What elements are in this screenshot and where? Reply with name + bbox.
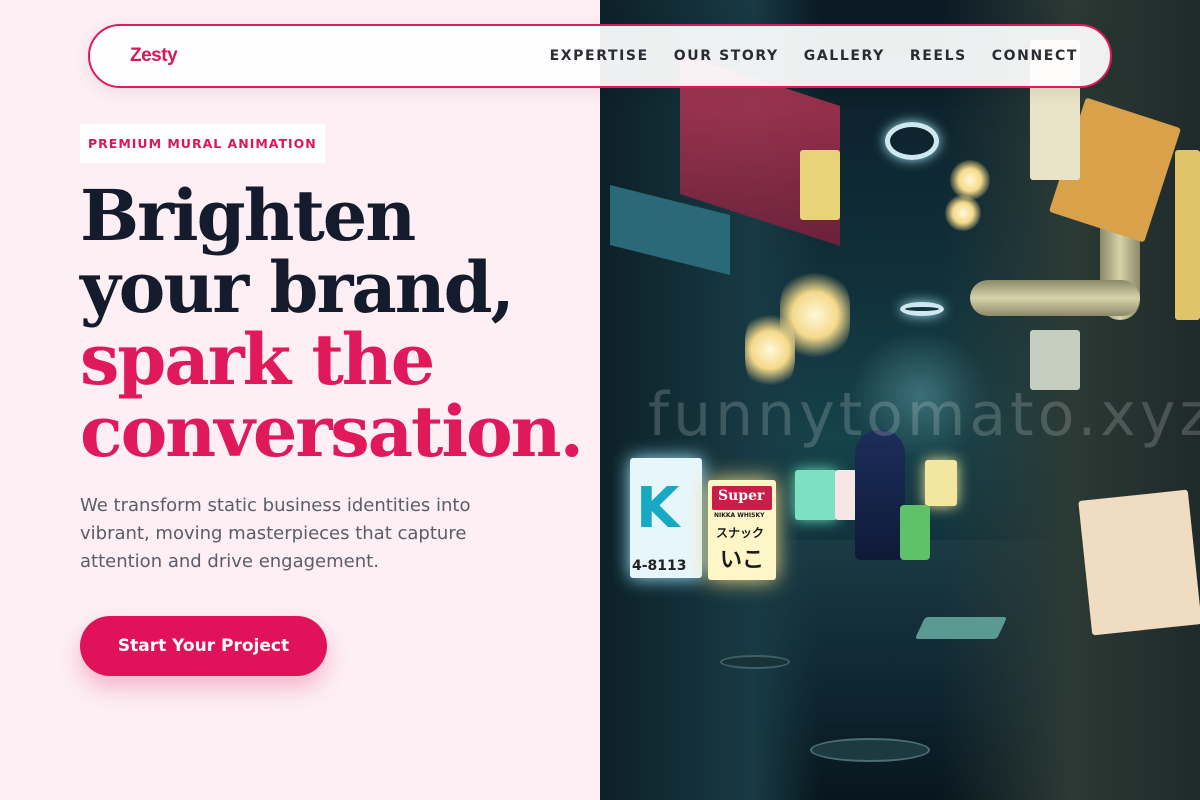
top-navigation: Zesty EXPERTISE OUR STORY GALLERY REELS … [88,24,1112,88]
lit-signboard: K 4-8113 [630,458,702,578]
headline-line-1: Brighten [80,174,416,257]
start-project-button[interactable]: Start Your Project [80,616,327,676]
headline-line-4: conversation. [80,390,584,473]
sign-text: 4-8113 [632,558,687,574]
sign-text: K [636,476,680,541]
horizontal-pipe [970,280,1140,316]
ring-light [900,302,944,316]
sign-text: いこ [720,548,765,573]
sign-text: スナック [716,526,765,540]
hero-headline: Brighten your brand, spark the conversat… [80,174,584,473]
street-lamp [945,195,981,231]
lit-signboard [925,460,957,506]
green-suitcase [900,505,930,560]
nav-link-our-story[interactable]: OUR STORY [674,48,779,64]
floor-mat [914,617,1008,639]
watermark-text: funnytomato.xyz [648,380,1200,450]
sign-text: Super [718,488,765,504]
nav-link-gallery[interactable]: GALLERY [804,48,885,64]
eyebrow-label: PREMIUM MURAL ANIMATION [80,124,325,163]
nav-menu: EXPERTISE OUR STORY GALLERY REELS CONNEC… [550,48,1078,64]
ring-light [885,122,939,160]
shop-sign [1175,150,1200,320]
hero-image: K 4-8113 Super NIKKA WHISKY スナック いこ funn… [600,0,1200,800]
headline-line-3: spark the [80,318,435,401]
nav-link-reels[interactable]: REELS [910,48,967,64]
lit-signboard [835,470,857,520]
manhole-cover [810,738,930,762]
nav-link-expertise[interactable]: EXPERTISE [550,48,649,64]
sign-text: NIKKA WHISKY [714,512,765,519]
nav-link-connect[interactable]: CONNECT [992,48,1078,64]
manhole-cover [720,655,790,669]
brand-logo[interactable]: Zesty [130,45,178,67]
menu-board [1078,489,1200,636]
headline-line-2: your brand, [80,246,515,329]
hero-subtext: We transform static business identities … [80,495,471,572]
lit-signboard [795,470,837,520]
street-lamp [950,160,990,200]
shop-sign [800,150,840,220]
lit-signboard: Super NIKKA WHISKY スナック いこ [708,480,776,580]
paper-lantern [745,310,795,390]
